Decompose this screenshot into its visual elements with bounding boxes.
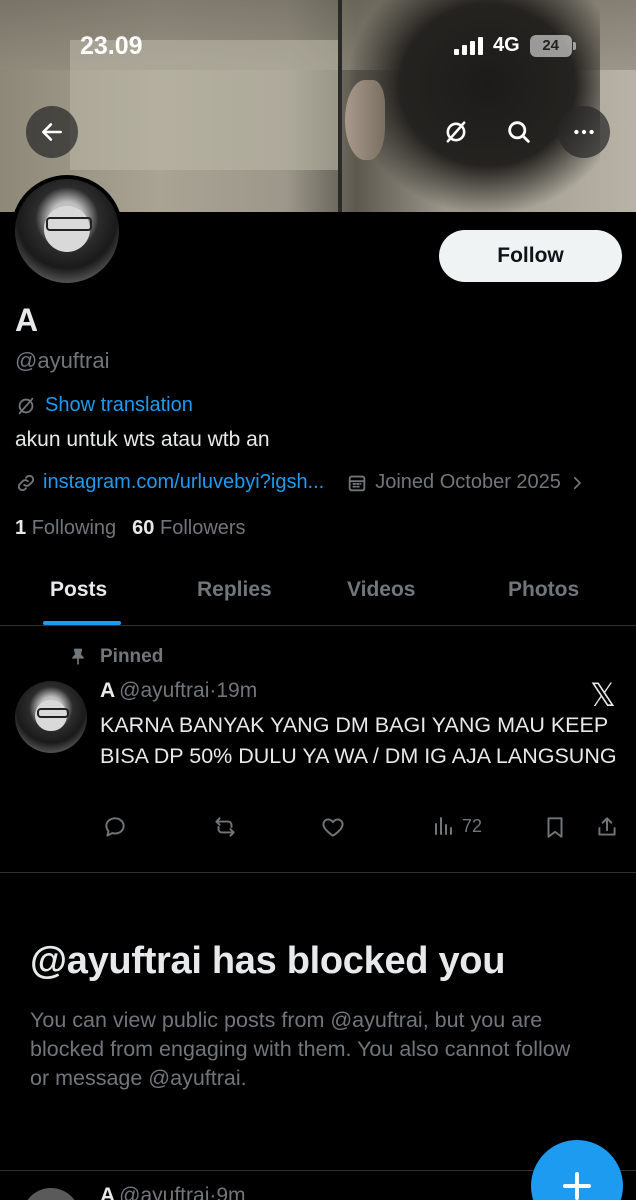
show-translation-label: Show translation — [45, 394, 193, 416]
search-button[interactable] — [503, 116, 535, 148]
blocked-description: You can view public posts from @ayuftrai… — [30, 1008, 571, 1090]
divider — [0, 872, 636, 873]
post-avatar[interactable] — [15, 681, 87, 753]
translate-off-icon — [446, 121, 466, 143]
follow-button[interactable]: Follow — [439, 230, 622, 282]
profile-avatar[interactable] — [11, 175, 123, 287]
pinned-indicator: Pinned — [68, 646, 163, 668]
tab-photos[interactable]: Photos — [508, 578, 579, 602]
share-button[interactable] — [594, 814, 620, 840]
reply-button[interactable] — [102, 814, 128, 840]
profile-tabs: Posts Replies Videos Photos — [0, 560, 636, 626]
repost-button[interactable] — [212, 814, 238, 840]
bookmark-button[interactable] — [542, 814, 568, 840]
followers-count: 60 — [132, 517, 155, 539]
joined-date[interactable]: Joined October 2025 — [346, 471, 586, 494]
next-post-time[interactable]: 9m — [216, 1184, 245, 1200]
share-icon — [598, 817, 616, 836]
profile-meta: instagram.com/urluvebyi?igsh... Joined O… — [15, 471, 586, 494]
views-button[interactable]: 72 — [432, 814, 482, 838]
reply-icon — [105, 817, 125, 837]
tab-replies[interactable]: Replies — [197, 578, 272, 602]
status-time: 23.09 — [80, 32, 143, 60]
followers-label: Followers — [159, 517, 246, 539]
blocked-title: @ayuftrai has blocked you — [30, 940, 506, 982]
x-logo-icon[interactable]: 𝕏 — [590, 676, 616, 714]
banner-person — [350, 0, 600, 212]
back-button[interactable] — [26, 106, 78, 158]
pinned-label: Pinned — [100, 646, 164, 667]
search-icon — [508, 121, 530, 143]
compose-button[interactable] — [531, 1140, 623, 1200]
post-header: A @ayuftrai·19m — [100, 679, 257, 703]
tab-videos[interactable]: Videos — [347, 578, 415, 602]
post-actions: 72 — [100, 814, 620, 844]
more-button[interactable] — [558, 106, 610, 158]
banner-face — [345, 80, 385, 160]
active-tab-indicator — [43, 621, 121, 625]
views-count: 72 — [462, 815, 483, 836]
translate-icon — [18, 397, 34, 414]
post-time[interactable]: 19m — [216, 679, 257, 702]
more-horizontal-icon — [574, 129, 594, 135]
profile-handle: @ayuftrai — [15, 348, 110, 373]
heart-icon — [322, 818, 344, 837]
chevron-right-icon — [573, 476, 582, 489]
display-name: A — [15, 302, 39, 338]
next-post-avatar[interactable] — [22, 1188, 80, 1200]
arrow-left-icon — [42, 123, 62, 141]
status-indicators: 4G 24 — [454, 34, 576, 57]
translate-off-button[interactable] — [440, 116, 472, 148]
network-type: 4G — [493, 34, 520, 56]
post-handle[interactable]: @ayuftrai — [119, 679, 209, 702]
following-count: 1 — [15, 517, 27, 539]
next-post-header: A @ayuftrai·9m — [100, 1184, 246, 1200]
post-author[interactable]: A — [100, 679, 115, 702]
battery-icon: 24 — [529, 34, 576, 57]
profile-link[interactable]: instagram.com/urluvebyi?igsh... — [43, 471, 324, 494]
next-post-handle[interactable]: @ayuftrai — [119, 1184, 209, 1200]
link-icon — [17, 474, 35, 491]
follow-counts: 1 Following 60 Followers — [15, 517, 246, 540]
like-button[interactable] — [320, 814, 346, 840]
next-post-author[interactable]: A — [100, 1184, 115, 1200]
post-text: KARNA BANYAK YANG DM BAGI YANG MAU KEEP … — [100, 713, 617, 768]
joined-label: Joined October 2025 — [375, 471, 561, 493]
calendar-icon — [348, 475, 366, 491]
following-link[interactable]: 1 Following — [15, 517, 116, 540]
followers-link[interactable]: 60 Followers — [132, 517, 245, 540]
banner-window-frame — [338, 0, 342, 212]
show-translation-link[interactable]: Show translation — [15, 394, 193, 417]
views-icon — [435, 817, 452, 835]
repost-icon — [215, 817, 235, 837]
signal-icon — [454, 36, 483, 55]
following-label: Following — [31, 517, 117, 539]
tab-posts[interactable]: Posts — [50, 578, 107, 602]
bookmark-icon — [547, 817, 563, 838]
plus-icon — [563, 1172, 591, 1200]
profile-bio: akun untuk wts atau wtb an — [15, 428, 270, 451]
pin-icon — [72, 648, 84, 665]
